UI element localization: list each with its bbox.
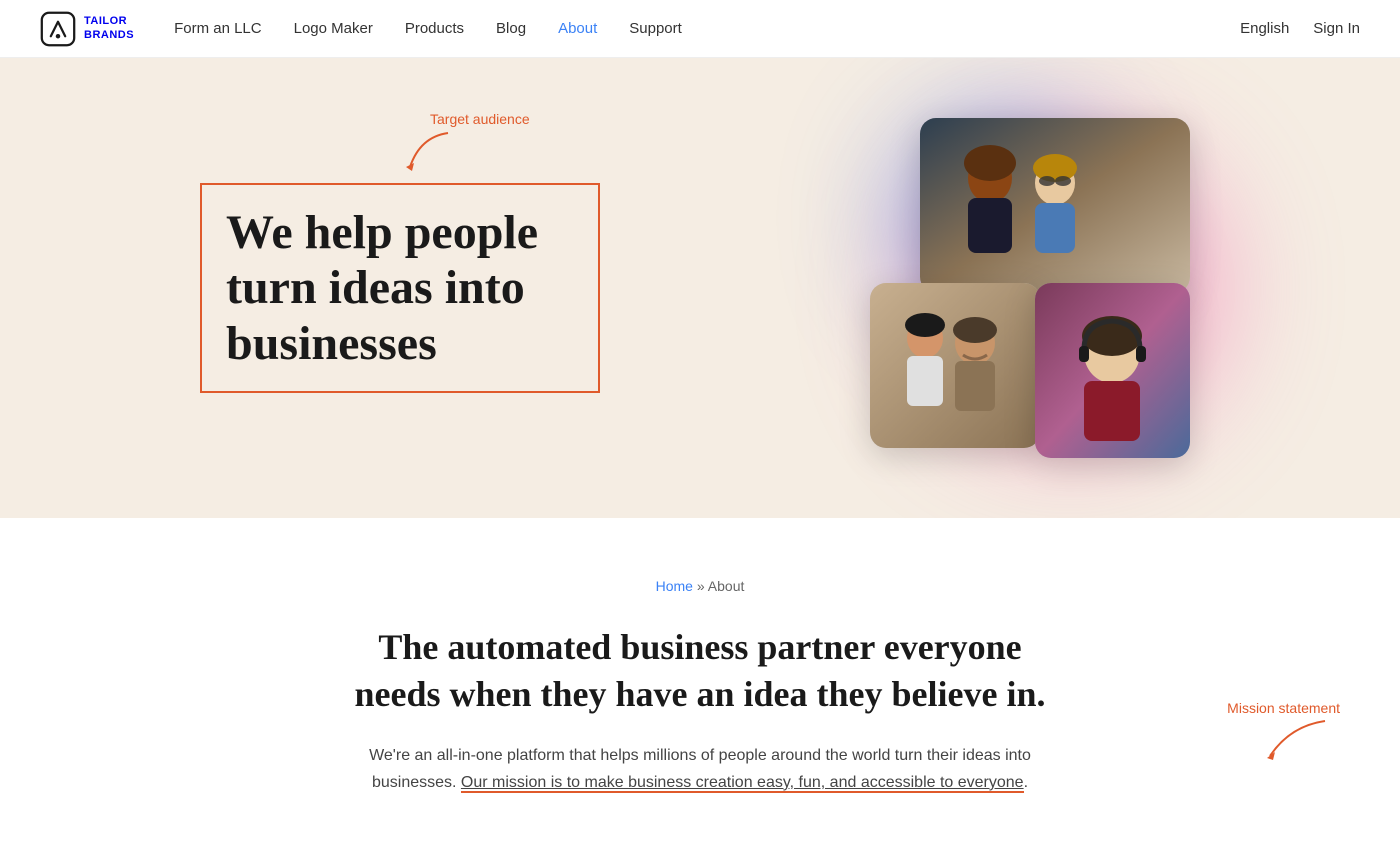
mission-statement-link[interactable]: Our mission is to make business creation… xyxy=(461,774,1024,793)
nav-signin[interactable]: Sign In xyxy=(1313,20,1360,37)
mission-annotation-arrow xyxy=(1260,716,1340,766)
hero-right xyxy=(800,98,1280,478)
section-headline: The automated business partner everyone … xyxy=(350,624,1050,718)
photo-card-bottom-right xyxy=(1035,283,1190,458)
brand-logo-icon xyxy=(40,11,76,47)
hero-headline-box: We help people turn ideas into businesse… xyxy=(200,183,600,393)
nav-blog[interactable]: Blog xyxy=(496,20,526,37)
mission-annotation: Mission statement xyxy=(1227,700,1340,766)
target-audience-label: Target audience xyxy=(430,111,530,127)
nav-about[interactable]: About xyxy=(558,20,597,37)
navbar: TAILOR BRANDS Form an LLC Logo Maker Pro… xyxy=(0,0,1400,58)
nav-support[interactable]: Support xyxy=(629,20,682,37)
hero-headline: We help people turn ideas into businesse… xyxy=(226,205,574,371)
target-audience-arrow xyxy=(400,129,460,180)
photo-card-top xyxy=(920,118,1190,293)
nav-right: English Sign In xyxy=(1240,20,1360,37)
section-body: We're an all-in-one platform that helps … xyxy=(360,742,1040,796)
nav-links: Form an LLC Logo Maker Products Blog Abo… xyxy=(174,20,1240,38)
brand-name: TAILOR BRANDS xyxy=(84,15,134,41)
hero-section: Target audience We help people turn idea… xyxy=(0,58,1400,518)
about-section: Home » About The automated business part… xyxy=(0,518,1400,856)
mission-annotation-label: Mission statement xyxy=(1227,700,1340,716)
breadcrumb-home[interactable]: Home xyxy=(656,578,693,594)
breadcrumb: Home » About xyxy=(200,578,1200,594)
nav-language[interactable]: English xyxy=(1240,20,1289,37)
brand-logo[interactable]: TAILOR BRANDS xyxy=(40,11,134,47)
photo-card-bottom-left xyxy=(870,283,1040,448)
breadcrumb-current: About xyxy=(708,578,745,594)
nav-form-llc[interactable]: Form an LLC xyxy=(174,20,262,37)
mission-period: . xyxy=(1024,774,1028,791)
hero-left: Target audience We help people turn idea… xyxy=(200,183,800,393)
breadcrumb-separator: » xyxy=(697,578,705,594)
nav-logo-maker[interactable]: Logo Maker xyxy=(294,20,373,37)
photo-collage xyxy=(830,118,1250,458)
nav-products[interactable]: Products xyxy=(405,20,464,37)
